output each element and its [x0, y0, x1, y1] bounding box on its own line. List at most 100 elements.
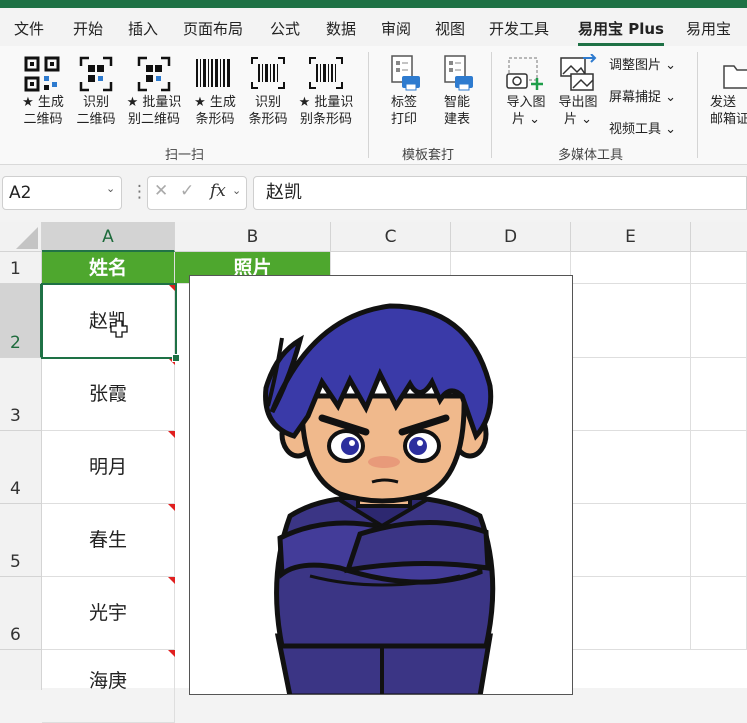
row-number: 3: [10, 406, 21, 426]
formula-input[interactable]: 赵凯: [253, 176, 747, 210]
tab-view[interactable]: 视图: [435, 18, 465, 39]
comment-indicator[interactable]: [168, 577, 175, 584]
row-header-6[interactable]: 6: [0, 577, 42, 650]
column-header-a[interactable]: A: [42, 222, 175, 252]
tab-home[interactable]: 开始: [73, 18, 103, 39]
import-image-icon: [506, 57, 543, 90]
label-print-icon: [391, 55, 420, 91]
cell-a1[interactable]: 姓名: [42, 252, 175, 284]
recognize-barcode-button[interactable]: 识别 条形码: [244, 94, 292, 128]
batch-recognize-barcode-button[interactable]: ★ 批量识 别条形码: [294, 94, 358, 128]
video-tools-button[interactable]: 视频工具 ⌄: [609, 118, 676, 137]
group-label-multimedia: 多媒体工具: [558, 148, 624, 163]
cartoon-boy-image: [263, 303, 496, 694]
name-box[interactable]: A2: [2, 176, 122, 210]
cell-a5[interactable]: 春生: [42, 504, 175, 577]
select-all-corner[interactable]: [0, 222, 42, 252]
row-header-2[interactable]: 2: [0, 284, 42, 358]
cell-f1[interactable]: [691, 252, 747, 284]
recognize-qr-label: 识别 二维码: [76, 95, 116, 127]
cell-e4[interactable]: [573, 431, 691, 504]
cell-a3[interactable]: 张霞: [42, 358, 175, 431]
tab-developer[interactable]: 开发工具: [489, 18, 549, 39]
tab-data[interactable]: 数据: [326, 18, 356, 39]
tab-formulas[interactable]: 公式: [270, 18, 300, 39]
row-header-1[interactable]: 1: [0, 252, 42, 284]
export-image-icon: [560, 54, 597, 91]
cell-e1[interactable]: [571, 252, 691, 284]
ribbon-separator: [491, 52, 492, 158]
cell-a4[interactable]: 明月: [42, 431, 175, 504]
group-label-scan: 扫一扫: [165, 148, 205, 163]
comment-picture[interactable]: [189, 275, 573, 695]
batch-scan-barcode-icon: [309, 57, 343, 89]
generate-qr-button[interactable]: ★ 生成 二维码: [16, 94, 70, 128]
batch-recognize-qr-button[interactable]: ★ 批量识 别二维码: [123, 94, 185, 128]
group-label-template: 模板套打: [402, 148, 455, 163]
cell-a7[interactable]: 海庚: [42, 650, 175, 723]
column-header-e[interactable]: E: [571, 222, 691, 252]
generate-barcode-label: ★ 生成 条形码: [194, 95, 236, 127]
row-header-3[interactable]: 3: [0, 358, 42, 431]
tab-review[interactable]: 审阅: [381, 18, 411, 39]
tab-yiyongbao[interactable]: 易用宝: [686, 18, 731, 39]
screen-capture-button[interactable]: 屏幕捕捉 ⌄: [609, 86, 676, 105]
adjust-image-button[interactable]: 调整图片 ⌄: [609, 54, 676, 73]
row-header-5[interactable]: 5: [0, 504, 42, 577]
insert-function-icon[interactable]: fx: [210, 181, 226, 201]
row-number: 6: [10, 625, 21, 645]
label-print-label: 标签 打印: [390, 95, 417, 127]
check-icon[interactable]: ✓: [180, 181, 194, 201]
cell-e6[interactable]: [573, 577, 691, 650]
batch-recognize-qr-label: ★ 批量识 别二维码: [126, 95, 182, 127]
import-image-button[interactable]: 导入图 片 ⌄: [500, 94, 552, 128]
cell-f6[interactable]: [691, 577, 747, 650]
column-header-d[interactable]: D: [451, 222, 571, 252]
cell-e5[interactable]: [573, 504, 691, 577]
cell-f2[interactable]: [691, 284, 747, 358]
label-print-button[interactable]: 标签 打印: [380, 94, 428, 128]
tab-yiyongbao-plus[interactable]: 易用宝 Plus: [578, 18, 664, 39]
smart-table-button[interactable]: 智能 建表: [433, 94, 481, 128]
row-number: 4: [10, 479, 21, 499]
row-header-4[interactable]: 4: [0, 431, 42, 504]
column-header-f[interactable]: [691, 222, 747, 252]
column-header-b[interactable]: B: [175, 222, 331, 252]
tab-insert[interactable]: 插入: [128, 18, 158, 39]
ribbon-separator: [697, 52, 698, 158]
export-image-button[interactable]: 导出图 片 ⌄: [552, 94, 604, 128]
column-header-c[interactable]: C: [331, 222, 451, 252]
tab-page-layout[interactable]: 页面布局: [183, 18, 243, 39]
batch-recognize-barcode-label: ★ 批量识 别条形码: [298, 95, 354, 127]
comment-indicator[interactable]: [168, 650, 175, 657]
ribbon-separator: [368, 52, 369, 158]
generate-barcode-button[interactable]: ★ 生成 条形码: [186, 94, 244, 128]
cell-a6[interactable]: 光宇: [42, 577, 175, 650]
row-number: 2: [10, 333, 21, 353]
row-header-7[interactable]: [0, 650, 42, 690]
export-image-label: 导出图 片 ⌄: [558, 95, 598, 127]
cell-e3[interactable]: [573, 358, 691, 431]
send-mail-icon: [723, 65, 747, 89]
cell-f4[interactable]: [691, 431, 747, 504]
import-image-label: 导入图 片 ⌄: [506, 95, 546, 127]
recognize-barcode-label: 识别 条形码: [248, 95, 288, 127]
cell-e2[interactable]: [573, 284, 691, 358]
chevron-down-icon[interactable]: ⌄: [106, 182, 115, 195]
select-all-icon: [16, 227, 38, 249]
send-mail-button[interactable]: 发送 邮箱证: [710, 94, 747, 128]
more-options-icon[interactable]: ⋮: [131, 182, 148, 202]
smart-table-icon: [444, 55, 473, 91]
ribbon-tabs: 文件 开始 插入 页面布局 公式 数据 审阅 视图 开发工具 易用宝 Plus …: [0, 8, 747, 46]
chevron-down-icon[interactable]: ⌄: [232, 184, 241, 197]
comment-indicator[interactable]: [168, 504, 175, 511]
tab-file[interactable]: 文件: [14, 18, 44, 39]
comment-indicator[interactable]: [168, 431, 175, 438]
cancel-icon[interactable]: ✕: [154, 181, 168, 201]
cell-f5[interactable]: [691, 504, 747, 577]
recognize-qr-button[interactable]: 识别 二维码: [72, 94, 120, 128]
cell-f3[interactable]: [691, 358, 747, 431]
active-cell-selection: [41, 283, 177, 359]
barcode-icon: [196, 59, 230, 87]
fill-handle[interactable]: [172, 354, 180, 362]
